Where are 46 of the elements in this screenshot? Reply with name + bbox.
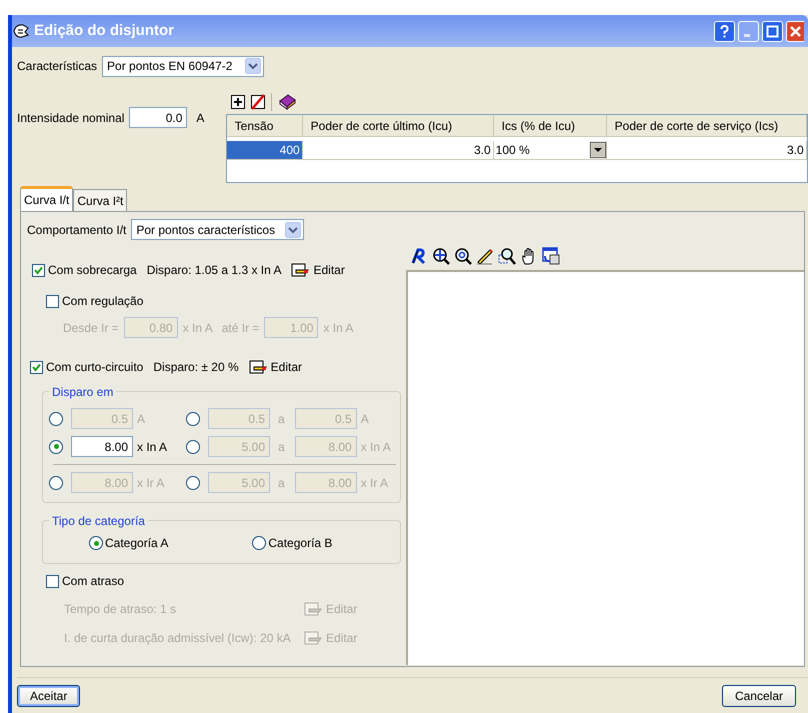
input-field[interactable]: 0.0 <box>129 107 188 128</box>
separator-label: a <box>278 410 285 428</box>
unit-label: x Ir A <box>360 474 388 492</box>
trip-range-text: Disparo: 1.05 a 1.3 x In A <box>146 262 282 279</box>
table-cell[interactable]: 100 % <box>494 141 607 160</box>
tab[interactable]: Curva I/t <box>20 186 74 211</box>
unit-label: x In A <box>323 320 354 336</box>
field-label: Intensidade nominal <box>17 110 124 126</box>
checkbox-label: Com atraso <box>62 573 124 590</box>
dialog-button[interactable]: Cancelar <box>722 684 796 706</box>
separator-label: a <box>278 438 285 456</box>
characteristics-dropdown[interactable]: Por pontos EN 60947-2 <box>102 56 264 76</box>
behaviour-dropdown[interactable]: Por pontos característicos <box>131 219 304 240</box>
dialog-button[interactable]: Aceitar <box>17 684 80 706</box>
column-header[interactable]: Tensão <box>226 115 303 136</box>
trip-tolerance-text: Disparo: ± 20 % <box>153 359 239 376</box>
checkbox-label: Com regulação <box>62 293 144 310</box>
field-label: Desde Ir = <box>63 320 119 336</box>
checkbox-label: Com sobrecarga <box>48 262 137 279</box>
input-field[interactable]: 8.00 <box>71 436 133 457</box>
column-header[interactable]: Poder de corte último (Icu) <box>302 115 494 136</box>
table-cell[interactable]: 400 <box>226 141 303 160</box>
setting-text: I. de curta duração admissível (Icw): 20 kA <box>64 630 292 647</box>
unit-label: x In A <box>182 320 213 336</box>
unit-label: x In A <box>360 438 391 456</box>
setting-text: Tempo de atraso: 1 s <box>64 601 178 618</box>
field-label: Características <box>17 58 98 75</box>
edit-button[interactable]: Editar <box>248 358 302 376</box>
unit-label: A <box>360 410 369 428</box>
unit-label: x Ir A <box>137 474 166 492</box>
unit-label: A <box>137 410 146 428</box>
radio-label: Categoría B <box>268 535 332 552</box>
window-title: Edição do disjuntor <box>34 20 176 41</box>
radio-label: Categoría A <box>105 535 168 552</box>
field-label: até Ir = <box>222 320 260 336</box>
checkbox-label: Com curto-circuito <box>46 359 144 376</box>
column-header[interactable]: Poder de corte de serviço (Ics) <box>606 115 807 136</box>
unit-label: x In A <box>137 438 168 456</box>
tab[interactable]: Curva I²t <box>73 189 128 211</box>
edit-button[interactable]: Editar <box>291 261 345 279</box>
column-header[interactable]: Ics (% de Icu) <box>494 115 607 136</box>
field-label: Comportamento I/t <box>27 222 126 238</box>
separator-label: a <box>278 474 285 492</box>
table-cell[interactable]: 3.0 <box>302 141 494 160</box>
table-cell[interactable]: 3.0 <box>606 141 807 160</box>
unit-label: A <box>196 110 204 126</box>
